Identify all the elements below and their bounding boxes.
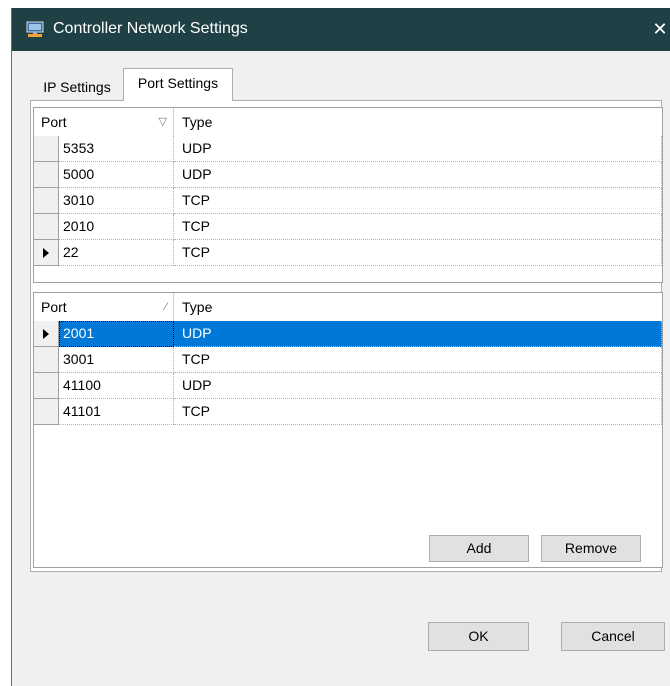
port-cell[interactable]: 41100 bbox=[59, 373, 174, 399]
ok-button[interactable]: OK bbox=[428, 622, 529, 651]
row-header[interactable] bbox=[34, 136, 59, 162]
remove-button[interactable]: Remove bbox=[541, 535, 641, 562]
port-cell[interactable]: 2001 bbox=[59, 321, 174, 347]
window-title: Controller Network Settings bbox=[53, 20, 248, 37]
controller-network-settings-dialog: Controller Network Settings ✕ IP Setting… bbox=[11, 8, 670, 686]
tab-ip-settings[interactable]: IP Settings bbox=[31, 73, 123, 99]
sort-descending-icon: ▽ bbox=[158, 116, 167, 128]
type-cell[interactable]: TCP bbox=[174, 399, 662, 425]
column-header-port-label: Port bbox=[41, 299, 67, 315]
grid-header: Port ⁄ Type bbox=[34, 293, 662, 321]
port-cell[interactable]: 2010 bbox=[59, 214, 174, 240]
type-cell[interactable]: TCP bbox=[174, 214, 662, 240]
column-header-type[interactable]: Type bbox=[174, 293, 662, 321]
listening-ports-grid[interactable]: Port ▽ Type 5353 UDP 5000 UDP 3010 TCP 2010 TCP… bbox=[33, 107, 663, 283]
row-header[interactable] bbox=[34, 188, 59, 214]
port-cell[interactable]: 22 bbox=[59, 240, 174, 266]
table-row[interactable]: 41101 TCP bbox=[34, 399, 662, 425]
port-cell[interactable]: 41101 bbox=[59, 399, 174, 425]
column-header-port-label: Port bbox=[41, 114, 67, 130]
remote-ports-grid[interactable]: Port ⁄ Type 2001 UDP 3001 TCP 41100 UDP 41101 T… bbox=[33, 292, 663, 568]
table-row[interactable]: 41100 UDP bbox=[34, 373, 662, 399]
table-row[interactable]: 2001 UDP bbox=[34, 321, 662, 347]
column-header-port[interactable]: Port ⁄ bbox=[34, 293, 174, 321]
tab-port-settings[interactable]: Port Settings bbox=[123, 68, 233, 101]
type-cell[interactable]: TCP bbox=[174, 240, 662, 266]
type-cell[interactable]: UDP bbox=[174, 321, 662, 347]
type-cell[interactable]: UDP bbox=[174, 162, 662, 188]
row-header[interactable] bbox=[34, 399, 59, 425]
close-button[interactable]: ✕ bbox=[649, 8, 670, 51]
title-bar[interactable]: Controller Network Settings ✕ bbox=[12, 8, 670, 51]
grid-rows: 2001 UDP 3001 TCP 41100 UDP 41101 TCP bbox=[34, 321, 662, 425]
port-cell[interactable]: 3010 bbox=[59, 188, 174, 214]
row-header[interactable] bbox=[34, 347, 59, 373]
port-settings-tab-page: Port ▽ Type 5353 UDP 5000 UDP 3010 TCP 2010 TCP… bbox=[30, 100, 663, 572]
row-header[interactable] bbox=[34, 214, 59, 240]
port-cell[interactable]: 5000 bbox=[59, 162, 174, 188]
column-header-port[interactable]: Port ▽ bbox=[34, 108, 174, 136]
table-row[interactable]: 2010 TCP bbox=[34, 214, 662, 240]
add-button[interactable]: Add bbox=[429, 535, 529, 562]
row-header[interactable] bbox=[34, 162, 59, 188]
row-header[interactable] bbox=[34, 373, 59, 399]
grid-header: Port ▽ Type bbox=[34, 108, 662, 136]
table-row[interactable]: 5000 UDP bbox=[34, 162, 662, 188]
type-cell[interactable]: TCP bbox=[174, 347, 662, 373]
current-row-indicator[interactable] bbox=[34, 240, 59, 266]
type-cell[interactable]: UDP bbox=[174, 373, 662, 399]
table-row[interactable]: 3001 TCP bbox=[34, 347, 662, 373]
type-cell[interactable]: TCP bbox=[174, 188, 662, 214]
table-row[interactable]: 5353 UDP bbox=[34, 136, 662, 162]
cancel-button[interactable]: Cancel bbox=[561, 622, 665, 651]
port-cell[interactable]: 5353 bbox=[59, 136, 174, 162]
monitor-network-icon bbox=[26, 21, 44, 38]
table-row[interactable]: 22 TCP bbox=[34, 240, 662, 266]
current-row-indicator[interactable] bbox=[34, 321, 59, 347]
column-header-type[interactable]: Type bbox=[174, 108, 662, 136]
port-cell[interactable]: 3001 bbox=[59, 347, 174, 373]
table-row[interactable]: 3010 TCP bbox=[34, 188, 662, 214]
grid-rows: 5353 UDP 5000 UDP 3010 TCP 2010 TCP 22 TCP bbox=[34, 136, 662, 266]
type-cell[interactable]: UDP bbox=[174, 136, 662, 162]
column-resize-icon: ⁄ bbox=[165, 301, 167, 313]
